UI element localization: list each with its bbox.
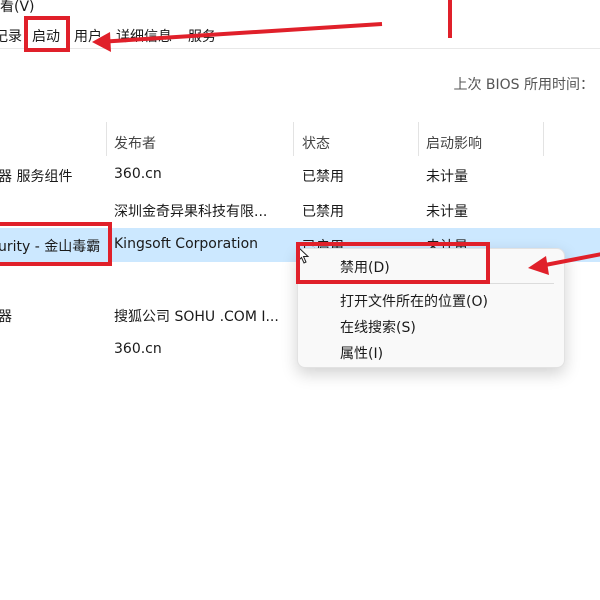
annotation-arrow-tab [97,22,383,44]
annotation-arrow-disable [539,252,600,268]
arrow-head-icon [528,256,549,275]
arrow-head-icon [92,32,111,52]
annotation-arrows [92,0,600,275]
